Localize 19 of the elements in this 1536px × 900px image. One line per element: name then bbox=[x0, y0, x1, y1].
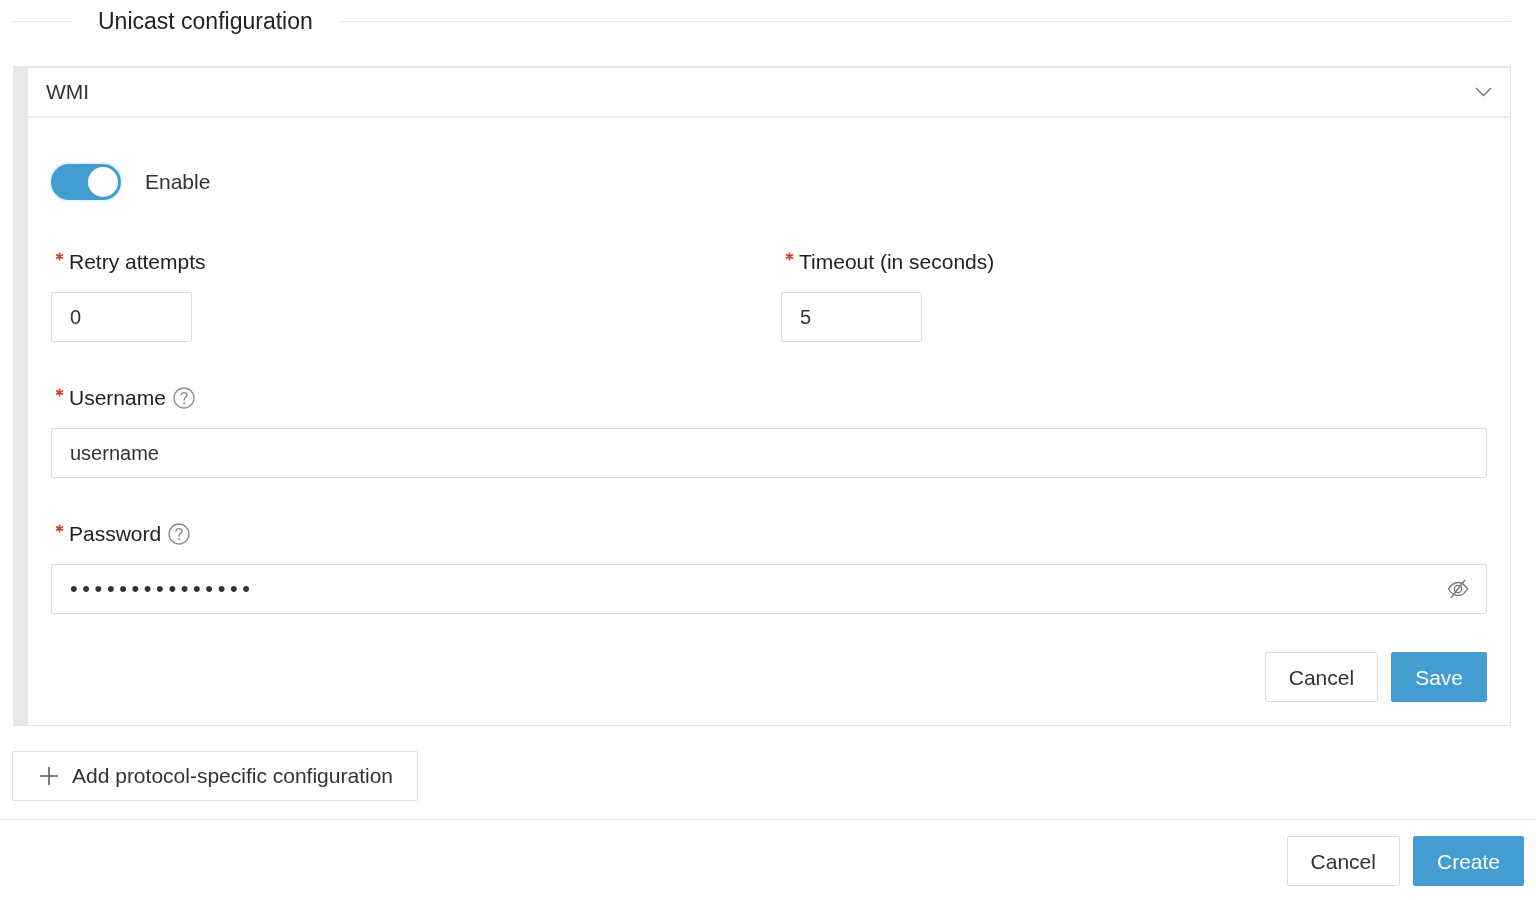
eye-slash-icon[interactable] bbox=[1447, 579, 1469, 599]
number-field[interactable]: 0 bbox=[51, 292, 192, 342]
field-label: Timeout (in seconds) bbox=[799, 249, 995, 276]
help-icon[interactable] bbox=[172, 387, 195, 409]
help-icon[interactable] bbox=[168, 523, 191, 545]
toggle-switch[interactable] bbox=[51, 164, 121, 200]
field-label: Retry attempts bbox=[69, 249, 206, 276]
number-field[interactable]: 5 bbox=[781, 292, 922, 342]
field-label: Username bbox=[69, 385, 166, 412]
password-field[interactable]: ••••••••••••••• bbox=[51, 564, 1487, 614]
text-field[interactable]: username bbox=[51, 428, 1487, 478]
toggle-label: Enable bbox=[145, 169, 211, 196]
plus-icon bbox=[39, 766, 59, 786]
chevron-down-icon bbox=[1475, 87, 1492, 97]
secondary-button[interactable]: Cancel bbox=[1264, 652, 1379, 702]
field-label: Password bbox=[69, 521, 162, 548]
add-configuration-button[interactable]: Add protocol-specific configuration bbox=[12, 751, 418, 801]
section-title: Unicast configuration bbox=[98, 6, 313, 36]
secondary-button[interactable]: Cancel bbox=[1286, 836, 1400, 886]
